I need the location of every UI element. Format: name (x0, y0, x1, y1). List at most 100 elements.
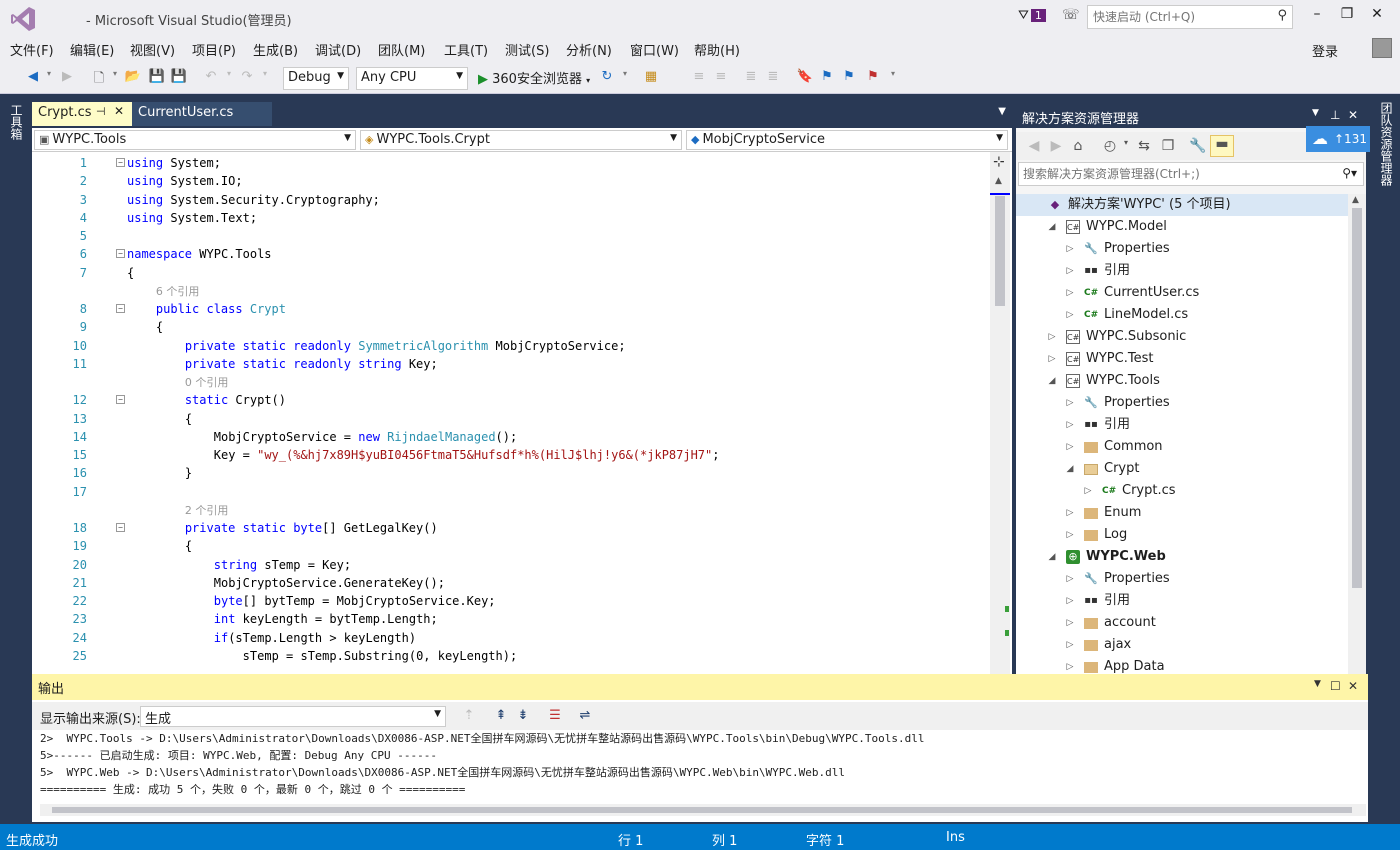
undo-icon[interactable]: ↶ (202, 69, 220, 84)
tree-item[interactable]: ▷ ajax (1016, 634, 1348, 656)
redo-icon[interactable]: ↷ (238, 69, 256, 84)
menu-help[interactable]: 帮助(H) (694, 40, 740, 59)
code-line[interactable]: 5 (32, 227, 984, 245)
new-dropdown-icon[interactable]: ▾ (106, 69, 124, 78)
collapse-outline-icon[interactable]: − (116, 158, 125, 167)
code-line[interactable]: 4 using System.Text; (32, 209, 984, 227)
start-debugging-button[interactable]: ▶ 360安全浏览器 ▾ (478, 68, 590, 87)
minimize-button[interactable]: – (1305, 6, 1329, 22)
panel-options-icon[interactable]: ▼ (1312, 108, 1319, 118)
code-line[interactable]: 18 − private static byte[] GetLegalKey() (32, 519, 984, 537)
team-explorer-label[interactable]: 团队资源管理器 (1378, 102, 1395, 186)
reference-count-link[interactable]: 2 个引用 (185, 504, 229, 517)
tree-item[interactable]: ▷ Log (1016, 524, 1348, 546)
filter-dropdown-icon[interactable]: ▾ (1116, 138, 1136, 147)
project-dropdown[interactable]: ▣ WYPC.Tools ▼ (34, 130, 356, 150)
code-line[interactable]: 19 { (32, 537, 984, 555)
menu-window[interactable]: 窗口(W) (630, 40, 679, 59)
panel-options-icon[interactable]: ▼ (1314, 679, 1321, 689)
menu-team[interactable]: 团队(M) (378, 40, 425, 59)
code-line[interactable]: 8 − public class Crypt (32, 300, 984, 318)
output-text[interactable]: 2> WYPC.Tools -> D:\Users\Administrator\… (40, 730, 1360, 798)
sign-in-link[interactable]: 登录 (1312, 41, 1338, 60)
platform-select[interactable]: Any CPU ▼ (356, 67, 468, 90)
back-icon[interactable]: ◀ (1024, 138, 1044, 154)
toggle-word-wrap-icon[interactable]: ⇌ (576, 708, 594, 723)
redo-dropdown-icon[interactable]: ▾ (256, 69, 274, 78)
reference-count-link[interactable]: 0 个引用 (185, 376, 229, 389)
expand-arrow-icon[interactable]: ▷ (1064, 590, 1076, 612)
bookmark-icon[interactable]: 🔖 (796, 69, 814, 84)
tree-item[interactable]: ▷ C# Crypt.cs (1016, 480, 1348, 502)
expand-arrow-icon[interactable]: ▷ (1064, 502, 1076, 524)
solution-search-input[interactable] (1019, 163, 1319, 185)
tab-crypt-cs[interactable]: Crypt.cs ⊣ ✕ (32, 102, 132, 126)
find-message-icon[interactable]: ⇡ (460, 708, 478, 723)
avatar[interactable] (1372, 38, 1392, 58)
team-explorer-strip[interactable]: 团队资源管理器 (1370, 94, 1400, 674)
tree-item[interactable]: ◢ Crypt (1016, 458, 1348, 480)
expanded-arrow-icon[interactable]: ◢ (1046, 370, 1058, 392)
clear-all-icon[interactable]: ☰ (546, 708, 564, 723)
tree-vertical-scrollbar[interactable]: ▲ (1348, 194, 1366, 674)
scrollbar-thumb[interactable] (52, 807, 1352, 813)
collapse-outline-icon[interactable]: − (116, 249, 125, 259)
expanded-arrow-icon[interactable]: ◢ (1046, 546, 1058, 568)
toolbox-strip[interactable]: 工具箱 (0, 94, 32, 674)
maximize-button[interactable]: ❐ (1335, 6, 1359, 22)
tree-item[interactable]: ▷ account (1016, 612, 1348, 634)
tree-item[interactable]: ▷ App Data (1016, 656, 1348, 674)
code-line[interactable]: 16} (32, 464, 984, 482)
code-line[interactable]: 13 { (32, 410, 984, 428)
refresh-icon[interactable]: ↻ (598, 69, 616, 84)
output-horizontal-scrollbar[interactable] (40, 804, 1366, 816)
expand-arrow-icon[interactable]: ▷ (1046, 326, 1058, 348)
code-line[interactable]: 9{ (32, 318, 984, 336)
scroll-up-icon[interactable]: ▲ (1352, 195, 1359, 205)
expand-arrow-icon[interactable]: ▷ (1064, 568, 1076, 590)
undo-dropdown-icon[interactable]: ▾ (220, 69, 238, 78)
type-dropdown[interactable]: ◈ WYPC.Tools.Crypt ▼ (360, 130, 682, 150)
tree-item[interactable]: ▷ 🔧 Properties (1016, 238, 1348, 260)
expand-arrow-icon[interactable]: ▷ (1064, 414, 1076, 436)
refresh-dropdown-icon[interactable]: ▾ (616, 69, 634, 78)
code-line[interactable]: 21 MobjCryptoService.GenerateKey(); (32, 574, 984, 592)
code-line[interactable]: 6 − namespace WYPC.Tools (32, 245, 984, 263)
status-insert-mode[interactable]: Ins (946, 830, 965, 845)
expand-arrow-icon[interactable]: ▷ (1064, 304, 1076, 326)
expand-arrow-icon[interactable]: ▷ (1082, 480, 1094, 502)
next-bookmark-icon[interactable]: ⚑ (840, 69, 858, 84)
tree-item[interactable]: ▷ C# CurrentUser.cs (1016, 282, 1348, 304)
menu-view[interactable]: 视图(V) (130, 40, 175, 59)
code-line[interactable]: 24 if(sTemp.Length > keyLength) (32, 629, 984, 647)
code-lens-line[interactable]: 6 个引用 (32, 282, 984, 300)
forward-icon[interactable]: ▶ (1046, 138, 1066, 154)
editor-vertical-scrollbar[interactable]: ⊹ ▲ (990, 152, 1010, 674)
home-icon[interactable]: ⌂ (1068, 138, 1088, 154)
code-line[interactable]: 14 MobjCryptoService = new RijndaelManage… (32, 428, 984, 446)
pin-icon[interactable]: ⊣ (96, 105, 106, 118)
code-line[interactable]: 22 byte[] bytTemp = MobjCryptoService.Key… (32, 592, 984, 610)
tree-item[interactable]: ◢ C# WYPC.Model (1016, 216, 1348, 238)
scrollbar-thumb[interactable] (995, 196, 1005, 306)
expand-arrow-icon[interactable]: ▷ (1064, 282, 1076, 304)
preview-selected-items-icon[interactable]: ▬ (1210, 135, 1234, 157)
tree-item[interactable]: ▷ ▪▪ 引用 (1016, 260, 1348, 282)
go-to-next-icon[interactable]: ⇟ (514, 708, 532, 723)
tree-item[interactable]: ▷ ▪▪ 引用 (1016, 414, 1348, 436)
uncomment-icon[interactable]: ≡ (712, 69, 730, 84)
menu-build[interactable]: 生成(B) (253, 40, 298, 59)
code-lens-line[interactable]: 0 个引用 (32, 373, 984, 391)
code-line[interactable]: 25 sTemp = sTemp.Substring(0, keyLength); (32, 647, 984, 665)
properties-wrench-icon[interactable]: 🔧 (1188, 138, 1208, 154)
code-line[interactable]: 3 using System.Security.Cryptography; (32, 191, 984, 209)
collapse-all-icon[interactable]: ❐ (1158, 138, 1178, 154)
tree-item[interactable]: ▷ Common (1016, 436, 1348, 458)
collapse-outline-icon[interactable]: − (116, 304, 125, 313)
close-icon[interactable]: ✕ (1348, 108, 1358, 122)
menu-file[interactable]: 文件(F) (10, 40, 54, 59)
toolbar-overflow-icon[interactable]: ▾ (884, 69, 902, 78)
go-to-previous-icon[interactable]: ⇞ (492, 708, 510, 723)
code-line[interactable]: 23 int keyLength = bytTemp.Length; (32, 610, 984, 628)
outdent-icon[interactable]: ≣ (742, 69, 760, 84)
